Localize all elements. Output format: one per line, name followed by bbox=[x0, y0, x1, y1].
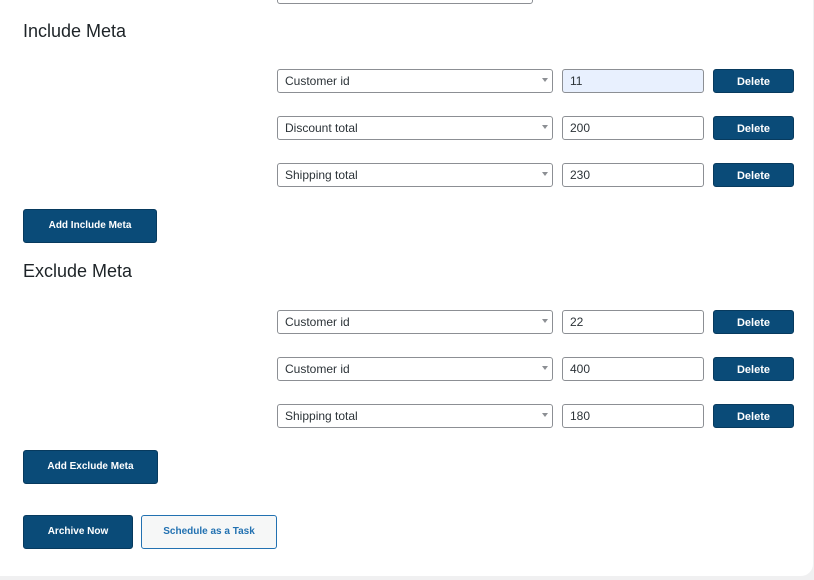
delete-button[interactable]: Delete bbox=[713, 163, 794, 187]
select-value: Discount total bbox=[285, 121, 358, 135]
include-meta-row: Discount total 200 Delete bbox=[277, 116, 794, 140]
input-value: 180 bbox=[570, 409, 591, 423]
input-value: 230 bbox=[570, 168, 591, 182]
input-value: 22 bbox=[570, 315, 584, 329]
schedule-task-button[interactable]: Schedule as a Task bbox=[141, 515, 277, 549]
exclude-meta-row: Customer id 22 Delete bbox=[277, 310, 794, 334]
archive-now-button[interactable]: Archive Now bbox=[23, 515, 133, 549]
include-meta-row: Shipping total 230 Delete bbox=[277, 163, 794, 187]
meta-field-select[interactable]: Shipping total bbox=[277, 404, 553, 428]
chevron-down-icon bbox=[542, 413, 548, 417]
meta-value-input[interactable]: 400 bbox=[562, 357, 704, 381]
meta-field-select[interactable]: Customer id bbox=[277, 69, 553, 93]
chevron-down-icon bbox=[542, 78, 548, 82]
meta-field-select[interactable]: Customer id bbox=[277, 310, 553, 334]
select-value: Shipping total bbox=[285, 168, 358, 182]
partial-select[interactable] bbox=[277, 0, 533, 4]
select-value: Customer id bbox=[285, 362, 350, 376]
select-value: Customer id bbox=[285, 74, 350, 88]
chevron-down-icon bbox=[542, 125, 548, 129]
select-value: Shipping total bbox=[285, 409, 358, 423]
chevron-down-icon bbox=[542, 172, 548, 176]
exclude-meta-row: Customer id 400 Delete bbox=[277, 357, 794, 381]
meta-value-input[interactable]: 180 bbox=[562, 404, 704, 428]
delete-button[interactable]: Delete bbox=[713, 69, 794, 93]
add-exclude-meta-button[interactable]: Add Exclude Meta bbox=[23, 450, 158, 484]
include-meta-heading: Include Meta bbox=[23, 21, 127, 41]
meta-field-select[interactable]: Customer id bbox=[277, 357, 553, 381]
meta-value-input[interactable]: 22 bbox=[562, 310, 704, 334]
include-meta-row: Customer id 11 Delete bbox=[277, 69, 794, 93]
delete-button[interactable]: Delete bbox=[713, 357, 794, 381]
chevron-down-icon bbox=[542, 319, 548, 323]
delete-button[interactable]: Delete bbox=[713, 404, 794, 428]
delete-button[interactable]: Delete bbox=[713, 310, 794, 334]
chevron-down-icon bbox=[542, 366, 548, 370]
meta-value-input[interactable]: 230 bbox=[562, 163, 704, 187]
input-value: 200 bbox=[570, 121, 591, 135]
meta-field-select[interactable]: Discount total bbox=[277, 116, 553, 140]
input-value: 11 bbox=[570, 74, 583, 88]
settings-panel: Include Meta Customer id 11 Delete Disco… bbox=[0, 0, 813, 576]
add-include-meta-button[interactable]: Add Include Meta bbox=[23, 209, 157, 243]
exclude-meta-row: Shipping total 180 Delete bbox=[277, 404, 794, 428]
meta-value-input[interactable]: 11 bbox=[562, 69, 704, 93]
exclude-meta-heading: Exclude Meta bbox=[23, 261, 133, 281]
delete-button[interactable]: Delete bbox=[713, 116, 794, 140]
meta-field-select[interactable]: Shipping total bbox=[277, 163, 553, 187]
select-value: Customer id bbox=[285, 315, 350, 329]
input-value: 400 bbox=[570, 362, 591, 376]
meta-value-input[interactable]: 200 bbox=[562, 116, 704, 140]
